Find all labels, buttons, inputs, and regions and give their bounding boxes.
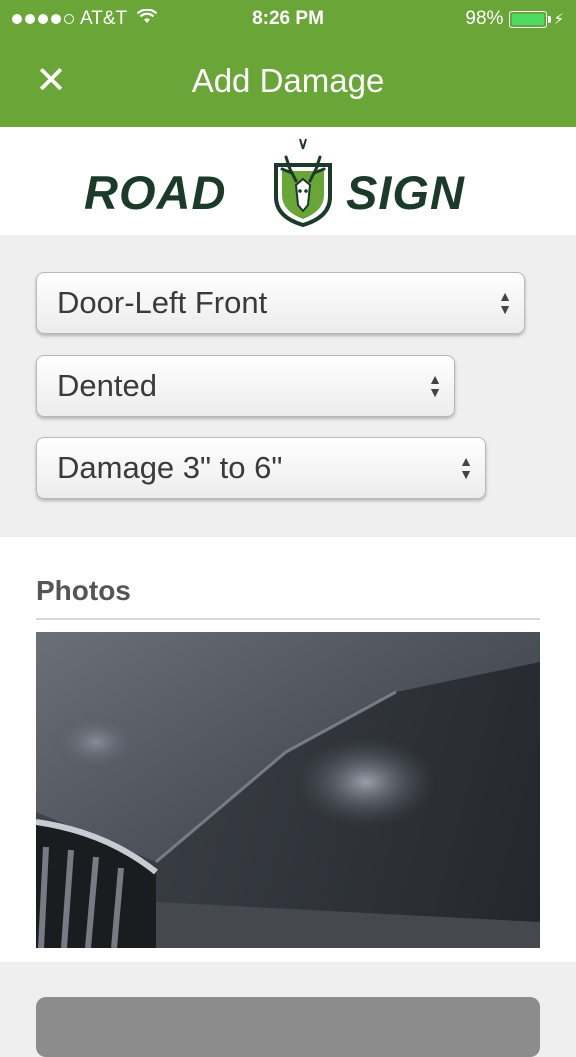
logo-text-road: ROAD — [84, 166, 227, 219]
photos-section: Photos — [0, 537, 576, 962]
bottom-action-button[interactable] — [36, 997, 540, 1057]
battery-level — [512, 13, 544, 25]
brand-logo-banner: ROAD SIGN — [0, 127, 576, 235]
select-arrows-icon: ▲ ▼ — [498, 288, 512, 317]
app-header: AT&T 8:26 PM 98% ⚡ ✕ Add Damage — [0, 0, 576, 127]
deer-shield-icon — [270, 135, 336, 228]
damage-form: Door-Left Front ▲ ▼ Dented ▲ ▼ Damage 3" t… — [0, 235, 576, 537]
page-title: Add Damage — [191, 62, 385, 99]
damage-size-select[interactable]: Damage 3" to 6" ▲ ▼ — [36, 437, 486, 499]
divider — [36, 618, 540, 620]
damage-type-select[interactable]: Dented ▲ ▼ — [36, 355, 455, 417]
photos-heading: Photos — [36, 575, 131, 606]
battery-percent: 98% — [465, 8, 504, 29]
select-arrows-icon: ▲ ▼ — [459, 453, 473, 482]
battery-icon — [509, 10, 552, 28]
logo-text-sign: SIGN — [346, 166, 465, 219]
select-arrows-icon: ▲ ▼ — [428, 371, 442, 400]
damage-size-select-value: Damage 3" to 6" — [57, 450, 283, 485]
battery-info: 98% ⚡ — [465, 8, 564, 30]
damage-type-select-value: Dented — [57, 368, 157, 403]
location-select[interactable]: Door-Left Front ▲ ▼ — [36, 272, 525, 334]
charging-bolt-icon: ⚡ — [553, 11, 564, 28]
damage-photo[interactable] — [36, 632, 540, 948]
status-bar: AT&T 8:26 PM 98% ⚡ — [0, 0, 576, 40]
location-select-value: Door-Left Front — [57, 285, 268, 320]
